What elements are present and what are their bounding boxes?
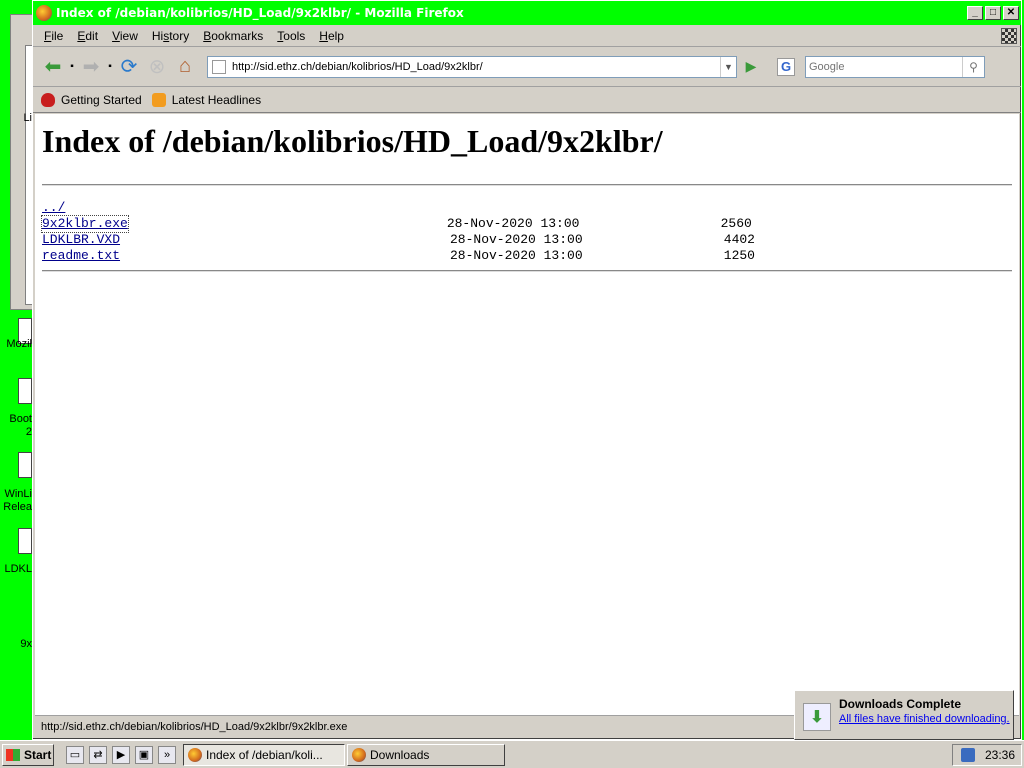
search-bar: G ⚲ [777, 55, 985, 78]
back-dropdown-icon[interactable]: ▪ [67, 61, 77, 72]
taskbar-item-downloads[interactable]: Downloads [347, 743, 505, 766]
address-bar[interactable]: http://sid.ethz.ch/debian/kolibrios/HD_L… [207, 55, 737, 78]
desktop-shortcut-icon[interactable] [18, 378, 32, 404]
network-tray-icon[interactable] [960, 748, 975, 762]
file-date: 28-Nov-2020 13:00 [450, 232, 583, 247]
downloads-complete-popup[interactable]: ⬇ Downloads Complete All files have fini… [794, 690, 1014, 740]
file-date: 28-Nov-2020 13:00 [446, 216, 580, 231]
system-tray: 23:36 [952, 744, 1022, 766]
search-field[interactable]: ⚲ [805, 55, 985, 78]
list-item: 9x2klbr.exe 28-Nov-2020 13:00 2560 [41, 215, 1019, 233]
divider [42, 270, 1012, 272]
file-size: 2560 [720, 216, 752, 231]
desktop-icon-label[interactable]: 9x [0, 638, 32, 650]
close-button[interactable]: ✕ [1003, 6, 1019, 20]
menu-file[interactable]: File [37, 29, 70, 43]
list-item: ../ [42, 200, 1019, 216]
quick-launch: ▭ ⇄ ▶ ▣ » [66, 745, 181, 764]
desktop-shortcut-icon[interactable] [18, 452, 32, 478]
menu-bar: File Edit View History Bookmarks Tools H… [33, 25, 1021, 47]
search-input[interactable] [806, 60, 962, 73]
download-icon: ⬇ [803, 703, 831, 731]
list-item: readme.txt 28-Nov-2020 13:00 1250 [42, 248, 1019, 264]
go-arrow-icon[interactable]: ▶ [741, 57, 761, 77]
back-arrow-icon[interactable]: ⬅ [39, 53, 67, 81]
menu-view[interactable]: View [105, 29, 145, 43]
file-size: 1250 [723, 248, 755, 263]
clock[interactable]: 23:36 [985, 748, 1015, 762]
bookmark-latest-headlines[interactable]: Latest Headlines [151, 92, 261, 107]
downloads-popup-title: Downloads Complete [839, 697, 962, 711]
desktop-icon-label[interactable]: Boot [0, 413, 32, 425]
menu-history[interactable]: History [145, 29, 196, 43]
rss-feed-icon [151, 92, 166, 107]
desktop-icon-label[interactable]: Relea [0, 501, 32, 513]
title-bar[interactable]: Index of /debian/kolibrios/HD_Load/9x2kl… [33, 1, 1021, 25]
chevron-right-icon[interactable]: » [158, 745, 176, 764]
desktop-icon-label[interactable]: WinLi [0, 488, 32, 500]
bookmarks-toolbar: Getting Started Latest Headlines [33, 87, 1021, 113]
desktop-icon-label[interactable]: Mozil [0, 338, 32, 350]
page-content: Index of /debian/kolibrios/HD_Load/9x2kl… [35, 114, 1019, 715]
divider [42, 184, 1012, 186]
list-item: LDKLBR.VXD 28-Nov-2020 13:00 4402 [42, 232, 1019, 248]
menu-bookmarks[interactable]: Bookmarks [196, 29, 270, 43]
menu-edit[interactable]: Edit [70, 29, 105, 43]
window-title: Index of /debian/kolibrios/HD_Load/9x2kl… [56, 6, 464, 20]
menu-help[interactable]: Help [312, 29, 351, 43]
status-text: http://sid.ethz.ch/debian/kolibrios/HD_L… [41, 720, 348, 733]
network-icon[interactable]: ⇄ [89, 745, 107, 764]
downloads-popup-link[interactable]: All files have finished downloading. [839, 713, 1010, 725]
stop-icon[interactable]: ⊗ [143, 53, 171, 81]
page-heading: Index of /debian/kolibrios/HD_Load/9x2kl… [42, 123, 663, 159]
windows-logo-icon [6, 748, 20, 761]
file-date: 28-Nov-2020 13:00 [450, 248, 583, 263]
desktop-file-icon[interactable] [18, 528, 32, 554]
desktop-icon-label: Li [23, 112, 32, 124]
search-icon[interactable]: ⚲ [962, 56, 984, 77]
taskbar: Start ▭ ⇄ ▶ ▣ » Index of /debian/koli...… [0, 740, 1024, 768]
firefox-icon [36, 5, 52, 21]
file-link[interactable]: 9x2klbr.exe [41, 215, 129, 233]
forward-dropdown-icon[interactable]: ▪ [105, 61, 115, 72]
file-link[interactable]: readme.txt [42, 248, 450, 264]
directory-listing: ../ 9x2klbr.exe 28-Nov-2020 13:00 2560 L… [41, 200, 1019, 264]
desktop-icon[interactable]: ▭ [66, 745, 84, 764]
maximize-button[interactable]: □ [985, 6, 1001, 20]
minimize-button[interactable]: _ [967, 6, 983, 20]
google-engine-icon[interactable]: G [777, 57, 795, 76]
navigation-toolbar: ⬅ ▪ ➡ ▪ ⟳ ⊗ ⌂ http://sid.ethz.ch/debian/… [33, 47, 1021, 87]
desktop-icon-label[interactable]: 2 [0, 426, 32, 438]
home-icon[interactable]: ⌂ [171, 53, 199, 81]
address-text[interactable]: http://sid.ethz.ch/debian/kolibrios/HD_L… [232, 61, 720, 73]
bookmark-getting-started[interactable]: Getting Started [41, 92, 142, 107]
file-link[interactable]: LDKLBR.VXD [42, 232, 450, 248]
history-dropdown-icon[interactable]: ▼ [720, 56, 736, 77]
file-size: 4402 [723, 232, 755, 247]
taskbar-item-firefox[interactable]: Index of /debian/koli... [183, 743, 345, 766]
firefox-icon [188, 747, 202, 762]
reload-icon[interactable]: ⟳ [115, 53, 143, 81]
forward-arrow-icon[interactable]: ➡ [77, 53, 105, 81]
firefox-window: Index of /debian/kolibrios/HD_Load/9x2kl… [32, 0, 1022, 740]
throbber-icon [1001, 28, 1017, 44]
page-icon [212, 59, 226, 74]
menu-tools[interactable]: Tools [270, 29, 312, 43]
start-button[interactable]: Start [2, 743, 54, 766]
show-desktop-icon[interactable]: ▣ [135, 745, 153, 764]
media-player-icon[interactable]: ▶ [112, 745, 130, 764]
desktop-icon-label[interactable]: LDKL [0, 563, 32, 575]
parent-directory-link[interactable]: ../ [42, 200, 450, 216]
firefox-bookmark-icon [41, 92, 55, 107]
firefox-icon [352, 747, 366, 762]
